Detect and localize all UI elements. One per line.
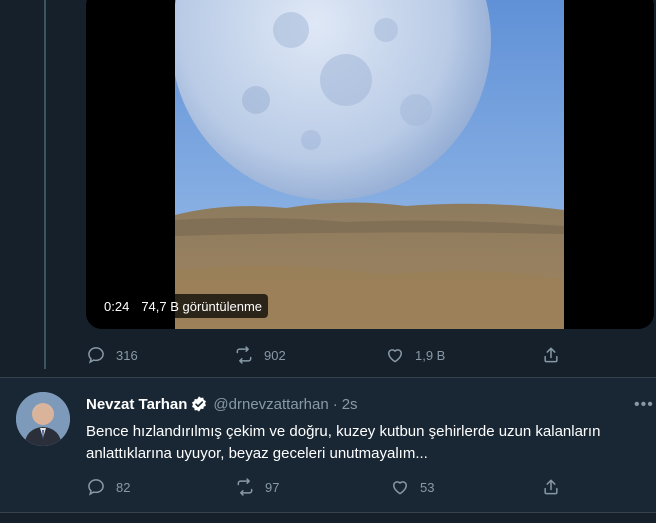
like-icon	[393, 481, 407, 495]
avatar[interactable]	[16, 392, 70, 446]
tweet-timestamp[interactable]: 2s	[342, 396, 358, 413]
video-frame	[86, 0, 654, 329]
reply-count: 82	[116, 479, 131, 495]
verified-badge-icon	[192, 396, 207, 412]
retweet-button[interactable]: 902	[234, 345, 286, 365]
like-count: 1,9 B	[415, 347, 446, 363]
reply-button[interactable]: 82	[86, 477, 130, 497]
video-view-count: 74,7 B görüntülenme	[141, 298, 263, 314]
divider	[0, 512, 656, 513]
retweet-count: 902	[264, 347, 286, 363]
reply-button[interactable]: 316	[86, 345, 138, 365]
retweet-count: 97	[265, 479, 280, 495]
retweet-icon	[237, 478, 253, 496]
video-info-badge: 0:24 74,7 B görüntülenme	[98, 294, 269, 318]
video-duration: 0:24	[104, 298, 130, 314]
share-icon	[544, 347, 558, 363]
video-player[interactable]	[86, 0, 654, 329]
retweet-icon	[236, 346, 252, 364]
more-icon[interactable]: •••	[634, 396, 654, 414]
reply-count: 316	[116, 347, 138, 363]
thread-line	[44, 0, 46, 369]
like-button[interactable]: 1,9 B	[385, 345, 445, 365]
reply-icon	[88, 479, 104, 496]
like-icon	[388, 349, 402, 363]
avatar-image	[16, 392, 70, 446]
header-separator: ·	[332, 395, 338, 413]
like-button[interactable]: 53	[390, 477, 434, 497]
retweet-button[interactable]: 97	[235, 477, 279, 497]
tweet-text: Bence hızlandırılmış çekim ve doğru, kuz…	[86, 423, 601, 462]
share-button[interactable]	[541, 345, 561, 365]
share-button[interactable]	[541, 477, 561, 497]
author-name[interactable]: Nevzat Tarhan	[86, 396, 187, 413]
author-handle[interactable]: @drnevzattarhan	[213, 396, 328, 413]
like-count: 53	[420, 479, 435, 495]
reply-header: Nevzat Tarhan @drnevzattarhan · 2s	[86, 395, 358, 413]
share-icon	[544, 479, 558, 495]
reply-icon	[88, 347, 104, 364]
